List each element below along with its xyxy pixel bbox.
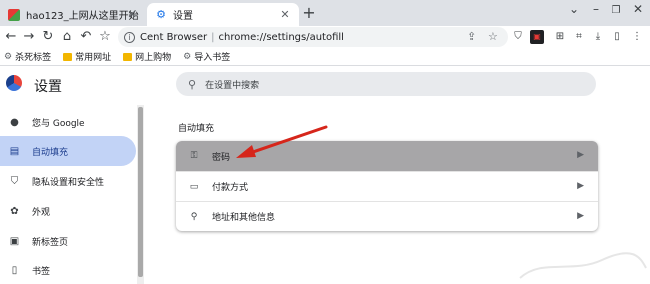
sidebar: ● 您与 Google ▤ 自动填充 ⛉ 隐私设置和安全性 ✿ 外观 ▣ 新标签… — [0, 105, 144, 284]
shield-icon: ⛉ — [10, 175, 19, 187]
sidebar-item-you-and-google[interactable]: ● 您与 Google — [0, 107, 136, 137]
row-label: 付款方式 — [212, 183, 249, 193]
sidebar-item-label: 隐私设置和安全性 — [32, 177, 105, 188]
close-window-icon[interactable]: ✕ — [630, 2, 646, 16]
sidebar-item-label: 新标签页 — [32, 237, 69, 248]
chevron-right-icon: ▶ — [577, 150, 584, 160]
autofill-row-payment-methods[interactable]: ▭ 付款方式 ▶ — [176, 171, 598, 201]
tab-hao123[interactable]: hao123_上网从这里开始 ✕ — [0, 3, 146, 26]
download-icon[interactable]: ⤓ — [591, 30, 605, 44]
restore-icon[interactable]: ❐ — [608, 5, 624, 16]
tab-strip: hao123_上网从这里开始 ✕ ⚙ 设置 ✕ + ⌄ – ❐ ✕ — [0, 0, 650, 26]
dropdown-icon[interactable]: ⌄ — [566, 2, 582, 16]
url-text: chrome://settings/autofill — [218, 31, 344, 43]
row-label: 密码 — [212, 152, 231, 163]
grid-icon[interactable]: ⊞ — [553, 30, 567, 44]
info-icon[interactable]: i — [124, 31, 135, 43]
bookmark-label: 网上购物 — [135, 53, 172, 63]
shield-extension-icon[interactable]: ⛉ — [511, 30, 525, 44]
bookmark-star-button[interactable]: ☆ — [97, 28, 113, 46]
close-icon[interactable]: ✕ — [126, 8, 138, 21]
sidebar-item-privacy[interactable]: ⛉ 隐私设置和安全性 — [0, 166, 136, 196]
bookmark-item[interactable]: ⚙ 杀死标签 — [4, 50, 52, 64]
page-title: 设置 — [34, 79, 62, 95]
chevron-right-icon: ▶ — [577, 211, 584, 221]
sidebar-item-new-tab-page[interactable]: ▣ 新标签页 — [0, 226, 136, 256]
credit-card-icon: ▭ — [189, 181, 199, 192]
clipboard-icon: ▤ — [9, 145, 20, 157]
bookmark-label: 常用网址 — [75, 53, 112, 63]
bookmark-label: 杀死标签 — [15, 53, 52, 63]
key-icon: ⚿ — [190, 151, 198, 161]
section-title: 自动填充 — [178, 124, 215, 134]
bookmark-item[interactable]: ⚙ 导入书签 — [183, 50, 231, 64]
hao123-favicon-icon — [8, 8, 20, 21]
annotation-arrow — [236, 125, 328, 158]
sidebar-item-autofill[interactable]: ▤ 自动填充 — [0, 136, 136, 166]
watermark — [519, 252, 647, 279]
folder-icon — [63, 52, 73, 61]
bookmark-folder[interactable]: 常用网址 — [63, 50, 111, 63]
back-button[interactable]: ← — [3, 28, 19, 46]
minimize-icon[interactable]: – — [588, 2, 604, 16]
menu-icon[interactable]: ⋮ — [630, 30, 644, 44]
tab-title: 设置 — [173, 11, 193, 22]
palette-icon: ✿ — [10, 205, 19, 217]
sidebar-item-bookmarks[interactable]: ▯ 书签 — [0, 255, 136, 284]
bookmarks-bar: ⚙ 杀死标签 常用网址 网上购物 ⚙ 导入书签 — [0, 48, 650, 66]
share-icon[interactable]: ⇪ — [467, 30, 476, 43]
sidebar-item-label: 书签 — [32, 266, 51, 277]
bookmark-label: 导入书签 — [194, 53, 231, 63]
crop-icon[interactable]: ⌗ — [572, 30, 586, 44]
settings-header: 设置 ⚲ 在设置中搜索 — [0, 67, 650, 105]
toolbar: ← → ↻ ⌂ ↶ ☆ i Cent Browser | chrome://se… — [0, 26, 650, 48]
import-icon: ⚙ — [183, 51, 192, 62]
site-name: Cent Browser — [140, 31, 208, 43]
search-placeholder: 在设置中搜索 — [205, 80, 260, 91]
search-input[interactable]: ⚲ 在设置中搜索 — [176, 72, 596, 96]
autofill-row-addresses[interactable]: ⚲ 地址和其他信息 ▶ — [176, 201, 598, 231]
home-button[interactable]: ⌂ — [59, 28, 75, 46]
sidebar-item-label: 自动填充 — [32, 147, 69, 158]
sidebar-item-appearance[interactable]: ✿ 外观 — [0, 196, 136, 226]
star-icon[interactable]: ☆ — [488, 30, 498, 43]
tab-title: hao123_上网从这里开始 — [26, 11, 139, 22]
address-bar[interactable]: i Cent Browser | chrome://settings/autof… — [118, 27, 508, 47]
sidebar-item-label: 外观 — [32, 207, 51, 218]
new-tab-button[interactable]: + — [300, 4, 318, 22]
bookmark-icon: ▯ — [11, 264, 18, 276]
sidebar-toggle-icon[interactable]: ▯ — [610, 30, 624, 44]
cent-browser-logo-icon — [6, 75, 22, 91]
bookmark-folder[interactable]: 网上购物 — [123, 50, 171, 63]
separator: | — [211, 31, 215, 43]
tab-settings[interactable]: ⚙ 设置 ✕ — [147, 3, 299, 26]
newtab-icon: ▣ — [9, 235, 20, 247]
extension-badge-icon[interactable]: ▣ — [530, 30, 544, 44]
search-icon: ⚲ — [188, 77, 197, 91]
undo-close-tab-button[interactable]: ↶ — [78, 28, 94, 46]
sidebar-item-label: 您与 Google — [32, 118, 85, 129]
folder-icon — [123, 52, 133, 61]
row-label: 地址和其他信息 — [212, 213, 276, 223]
location-pin-icon: ⚲ — [190, 211, 198, 222]
sidebar-scrollbar[interactable] — [137, 105, 144, 284]
person-icon: ● — [10, 116, 19, 128]
forward-button[interactable]: → — [21, 28, 37, 46]
close-icon[interactable]: ✕ — [279, 8, 291, 21]
scrollbar-thumb[interactable] — [138, 107, 143, 277]
gear-icon: ⚙ — [4, 51, 13, 62]
chevron-right-icon: ▶ — [577, 181, 584, 191]
gear-icon: ⚙ — [156, 7, 166, 21]
reload-button[interactable]: ↻ — [40, 28, 56, 46]
